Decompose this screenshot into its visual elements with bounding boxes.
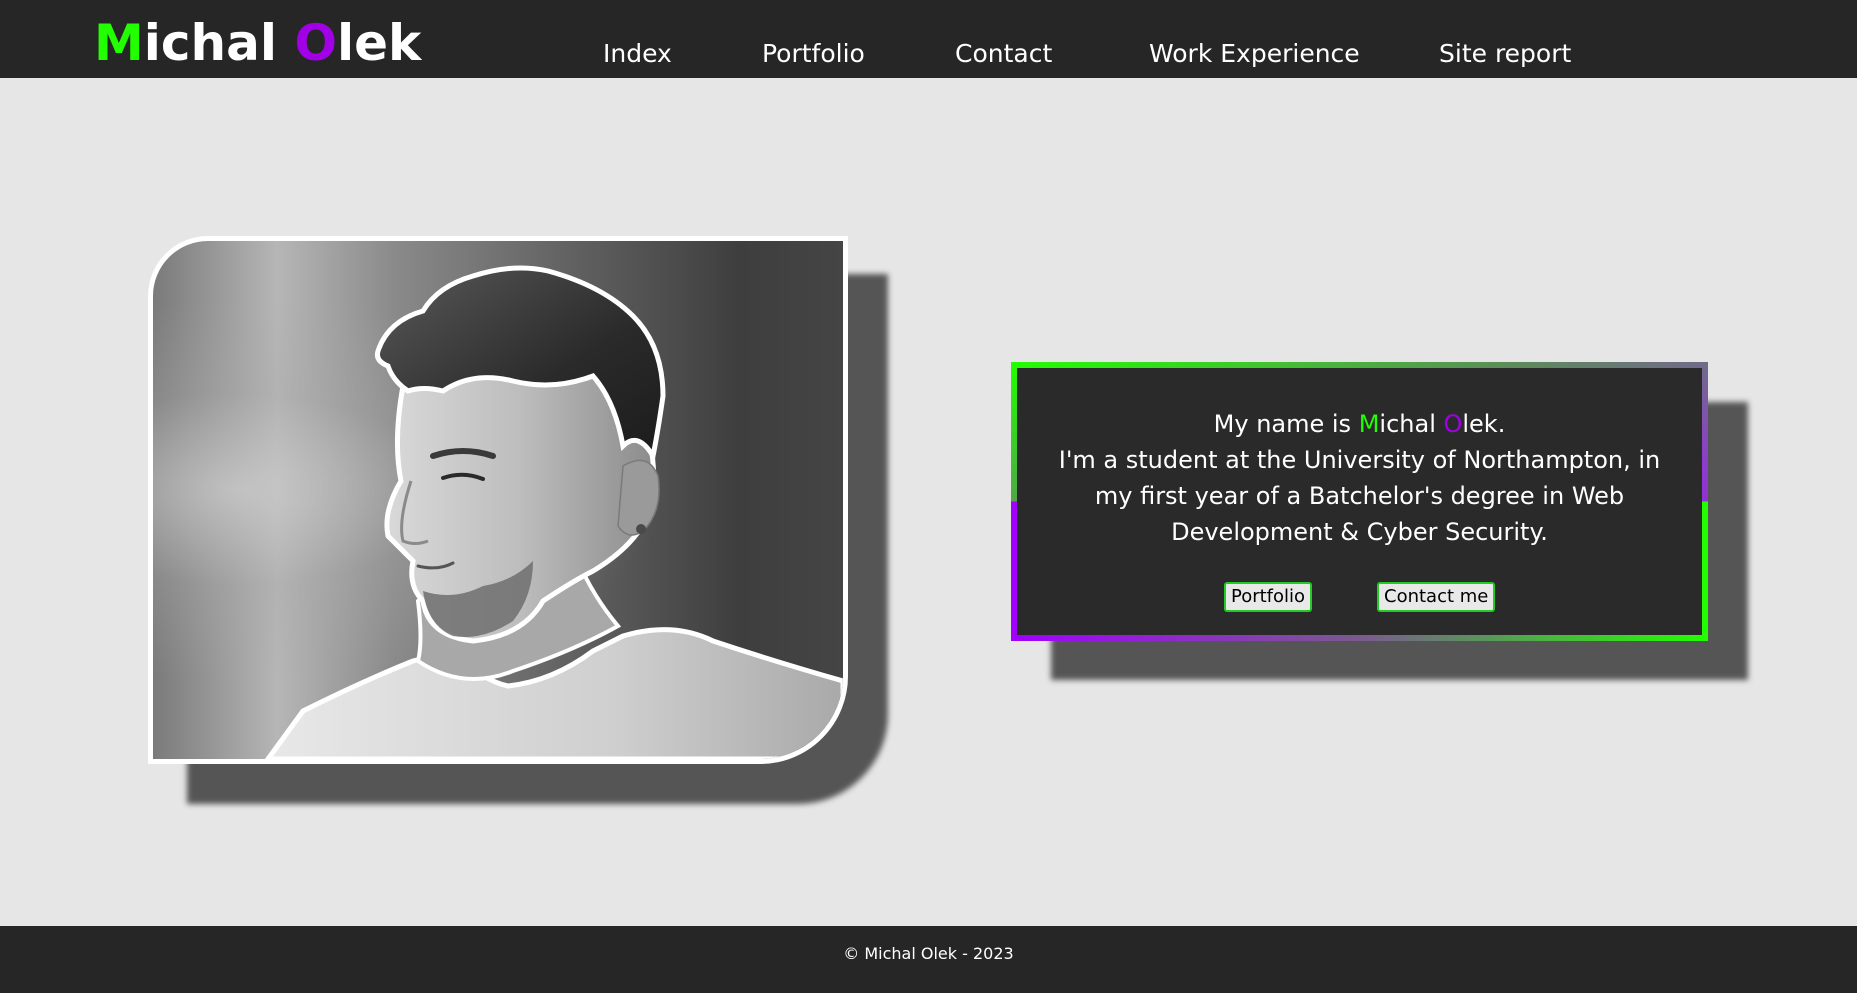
intro-name-last-rest: lek. [1462, 410, 1506, 438]
nav-portfolio[interactable]: Portfolio [762, 36, 865, 72]
intro-name-last-initial: O [1443, 410, 1463, 438]
contact-me-button[interactable]: Contact me [1377, 582, 1496, 612]
site-header: Michal Olek Index Portfolio Contact Work… [0, 0, 1857, 78]
intro-card: My name is Michal Olek. I'm a student at… [1017, 368, 1702, 635]
footer-copyright: © Michal Olek - 2023 [843, 944, 1014, 963]
intro-prefix: My name is [1213, 410, 1359, 438]
intro-name-first-initial: M [1358, 410, 1380, 438]
main-nav: Index Portfolio Contact Work Experience … [0, 36, 1857, 72]
portfolio-button[interactable]: Portfolio [1224, 582, 1313, 612]
intro-text: My name is Michal Olek. I'm a student at… [1037, 406, 1682, 550]
intro-description: I'm a student at the University of North… [1058, 446, 1661, 546]
intro-name-first-rest: ichal [1379, 410, 1444, 438]
nav-work-experience[interactable]: Work Experience [1149, 36, 1360, 72]
nav-site-report[interactable]: Site report [1439, 36, 1571, 72]
site-footer: © Michal Olek - 2023 [0, 926, 1857, 993]
profile-photo [148, 236, 848, 764]
nav-contact[interactable]: Contact [955, 36, 1052, 72]
portrait-illustration [264, 265, 843, 759]
nav-index[interactable]: Index [603, 36, 672, 72]
